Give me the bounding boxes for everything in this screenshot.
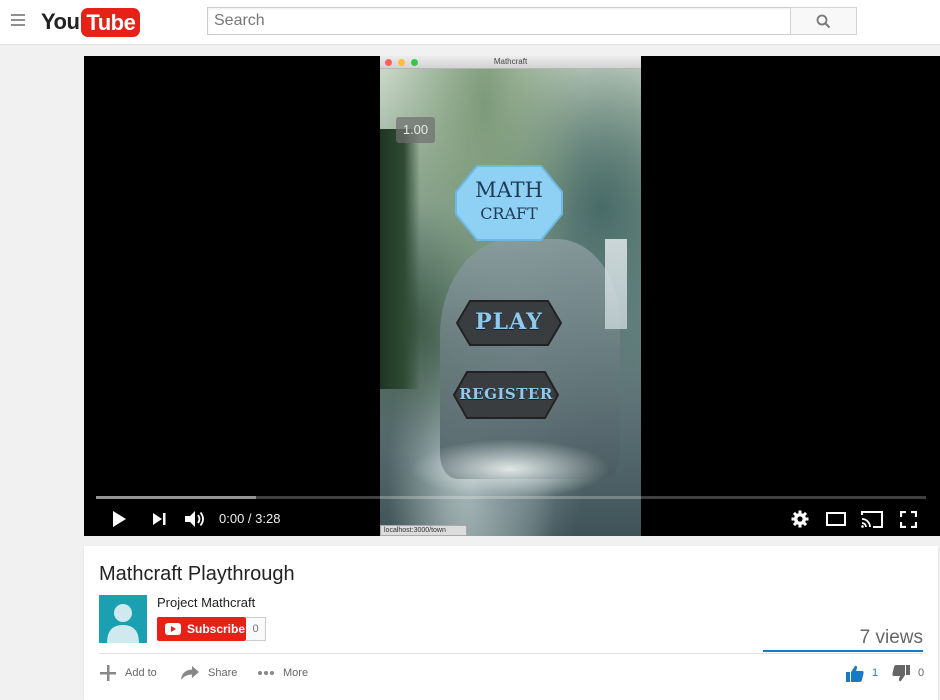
game-scene: 1.00 MATH CRAFT PLAY REGISTER <box>380 69 641 536</box>
more-label: More <box>283 667 309 679</box>
add-to-button[interactable]: Add to <box>99 663 157 683</box>
search-input[interactable] <box>208 8 791 34</box>
cast-icon <box>861 510 883 528</box>
channel-name[interactable]: Project Mathcraft <box>157 595 255 610</box>
add-to-label: Add to <box>125 667 157 679</box>
like-button[interactable]: 1 <box>846 663 878 683</box>
subscriber-count: 0 <box>246 617 266 641</box>
player-controls: 0:00 / 3:28 <box>84 502 940 536</box>
logo-tube-text: Tube <box>81 7 141 37</box>
game-titlebar: Mathcraft <box>380 56 641 69</box>
gear-icon <box>791 510 809 528</box>
mathcraft-logo: MATH CRAFT <box>455 162 563 244</box>
cast-button[interactable] <box>859 507 885 531</box>
game-window: Mathcraft 1.00 MATH CRAFT PLAY REGISTER … <box>380 56 641 536</box>
waterfall-mist <box>410 439 610 499</box>
volume-icon <box>185 511 204 527</box>
dislike-button[interactable]: 0 <box>892 663 924 683</box>
logo-you-text: You <box>41 9 80 34</box>
avatar[interactable] <box>99 595 147 643</box>
search-box <box>207 7 791 35</box>
settings-button[interactable] <box>788 507 812 531</box>
play-game-button[interactable]: PLAY <box>456 299 562 347</box>
share-label: Share <box>208 667 238 679</box>
progress-bar[interactable] <box>96 496 926 499</box>
play-icon <box>113 511 126 527</box>
divider <box>99 653 923 654</box>
play-button[interactable] <box>108 507 130 531</box>
subscribe-label: Subscribe <box>187 622 246 636</box>
dislike-count: 0 <box>918 667 925 679</box>
fullscreen-icon <box>899 510 917 528</box>
buffered-progress <box>96 496 257 499</box>
theater-mode-button[interactable] <box>824 507 848 531</box>
register-button[interactable]: REGISTER <box>453 370 559 420</box>
logo-line-math: MATH <box>475 178 543 202</box>
thumbs-up-icon <box>846 665 864 682</box>
like-ratio-bar <box>763 650 923 652</box>
share-button[interactable]: Share <box>180 663 237 683</box>
user-avatar-icon <box>107 604 139 643</box>
theater-mode-icon <box>826 512 846 526</box>
youtube-logo[interactable]: You Tube <box>41 6 141 38</box>
search-button[interactable] <box>790 7 857 35</box>
plus-icon <box>100 665 116 681</box>
fullscreen-button[interactable] <box>896 507 920 531</box>
volume-button[interactable] <box>182 507 208 531</box>
thumbs-down-icon <box>892 664 910 681</box>
menu-icon[interactable] <box>11 14 25 26</box>
masthead: You Tube <box>0 0 940 45</box>
score-badge: 1.00 <box>396 117 435 143</box>
subscribe-button[interactable]: Subscribe <box>157 617 246 641</box>
time-display: 0:00 / 3:28 <box>219 511 281 526</box>
video-info-card: Mathcraft Playthrough Project Mathcraft … <box>84 546 938 700</box>
register-label: REGISTER <box>459 385 553 403</box>
play-game-label: PLAY <box>475 309 543 335</box>
more-button[interactable]: More <box>257 663 308 683</box>
like-count: 1 <box>872 667 879 679</box>
view-count: 7 views <box>859 627 923 648</box>
share-icon <box>181 666 199 680</box>
youtube-play-icon <box>165 623 181 635</box>
forest-tree <box>380 129 420 389</box>
more-icon <box>258 671 274 675</box>
video-title: Mathcraft Playthrough <box>99 563 295 585</box>
game-window-title: Mathcraft <box>493 57 528 66</box>
waterfall <box>605 239 627 329</box>
next-button[interactable] <box>148 507 170 531</box>
search-icon <box>816 14 831 28</box>
next-icon <box>153 513 166 525</box>
logo-line-craft: CRAFT <box>480 204 538 223</box>
video-player[interactable]: Mathcraft 1.00 MATH CRAFT PLAY REGISTER … <box>84 56 940 536</box>
